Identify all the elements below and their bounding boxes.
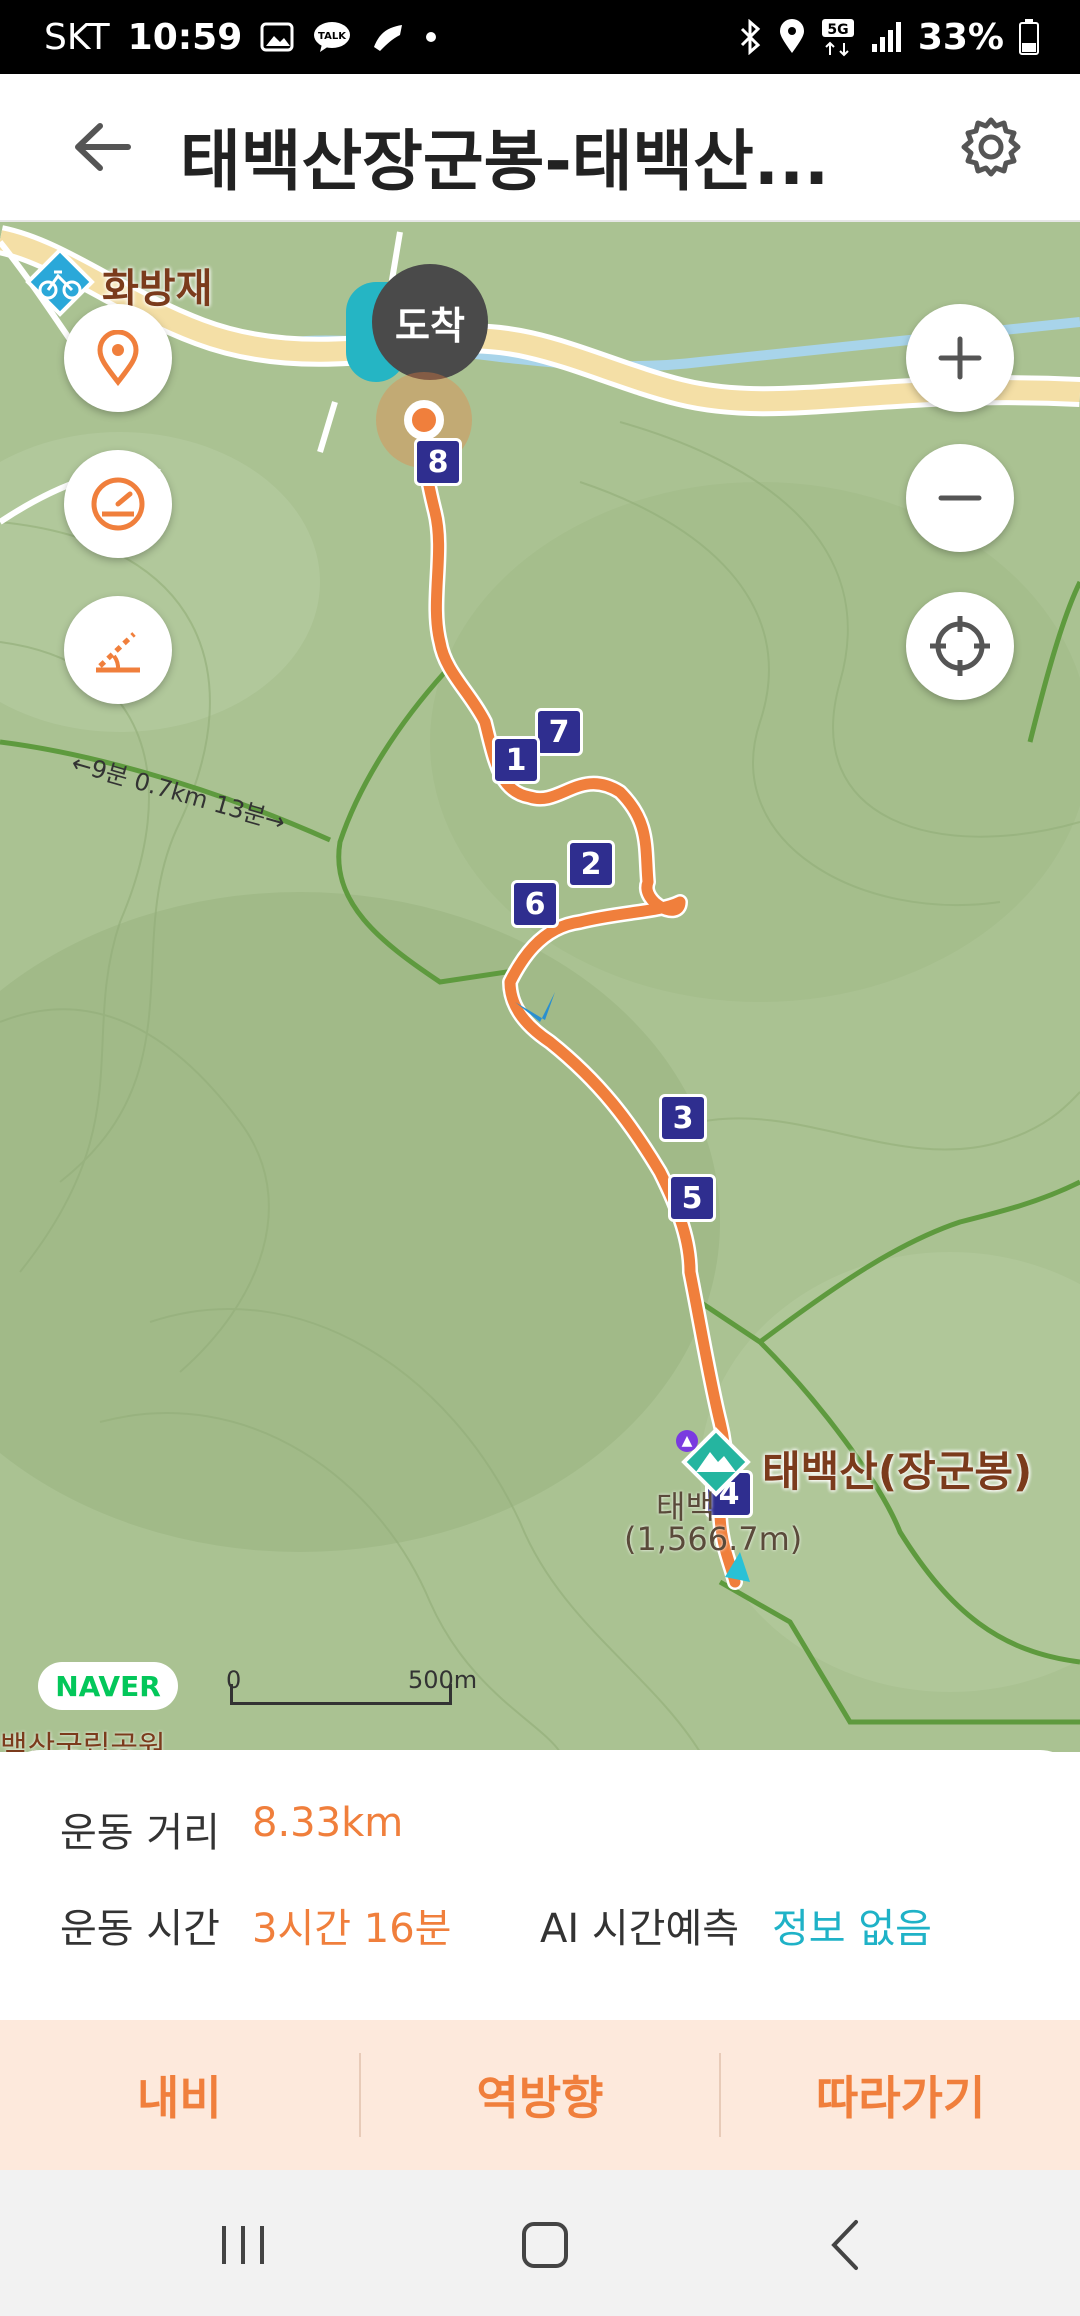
arrival-label: 도착: [395, 303, 465, 348]
signal-icon: [871, 22, 901, 52]
recenter-button[interactable]: [906, 592, 1014, 700]
battery-icon: [1019, 19, 1039, 55]
status-right: 5G 33%: [738, 0, 1040, 74]
marker-label: 5: [681, 1180, 703, 1216]
my-location-button[interactable]: [64, 304, 172, 412]
bicycle-marker-icon: [25, 247, 95, 317]
dot-icon: [426, 32, 437, 42]
scale-end-label: 500m: [408, 1666, 478, 1694]
page-title: 태백산장군봉-태백산...: [180, 123, 830, 200]
top-bar: 태백산장군봉-태백산...: [0, 74, 1080, 222]
ai-prediction-value: 정보 없음: [772, 1906, 932, 1952]
arrow-left-icon: [75, 123, 131, 171]
clock-label: 10:59: [127, 16, 243, 58]
peak-triangle-icon: ▲: [676, 1430, 698, 1452]
zoom-out-button[interactable]: [906, 444, 1014, 552]
marker-label: 2: [580, 846, 602, 882]
home-icon: [522, 2222, 568, 2268]
status-left: SKT 10:59 TALK: [44, 0, 438, 74]
speedometer-button[interactable]: [64, 450, 172, 558]
navi-button[interactable]: 내비: [0, 2020, 359, 2170]
svg-text:5G: 5G: [827, 22, 848, 38]
battery-label: 33%: [917, 16, 1004, 58]
plus-icon: [938, 336, 982, 380]
5g-icon: 5G: [821, 19, 854, 57]
route-marker-6[interactable]: 6: [511, 880, 559, 928]
zoom-in-button[interactable]: [906, 304, 1014, 412]
settings-button[interactable]: [956, 112, 1026, 182]
follow-button[interactable]: 따라가기: [721, 2020, 1080, 2170]
route-marker-5[interactable]: 5: [668, 1174, 716, 1222]
action-bar: 내비 역방향 따라가기: [0, 2020, 1080, 2170]
park-label: 백산국립공원: [0, 1730, 166, 1752]
stats-panel: 운동 거리 8.33km 운동 시간 3시간 16분 AI 시간예측 정보 없음: [0, 1750, 1080, 2020]
bluetooth-icon: [740, 19, 761, 55]
route-marker-2[interactable]: 2: [567, 840, 615, 888]
chevron-left-icon: [831, 2220, 858, 2270]
talk-icon: TALK: [314, 22, 351, 52]
home-button[interactable]: [510, 2210, 580, 2280]
marker-label: 1: [505, 742, 527, 778]
back-button[interactable]: [68, 112, 138, 182]
back-nav-button[interactable]: [812, 2210, 882, 2280]
minus-icon: [938, 495, 982, 501]
scale-start-label: 0: [226, 1666, 242, 1694]
status-bar: SKT 10:59 TALK 5G 33%: [0, 0, 1080, 74]
marker-label: 3: [672, 1100, 694, 1136]
time-value: 3시간 16분: [252, 1906, 452, 1952]
system-nav-bar: [0, 2170, 1080, 2316]
carrier-label: SKT: [44, 16, 110, 58]
map-canvas: ←9분 0.7km 13분→: [0, 222, 1080, 1752]
svg-text:TALK: TALK: [318, 31, 347, 42]
recent-apps-icon: [222, 2226, 264, 2264]
route-marker-7[interactable]: 7: [535, 708, 583, 756]
recent-apps-button[interactable]: [208, 2210, 278, 2280]
slope-button[interactable]: [64, 596, 172, 704]
marker-label: 7: [548, 714, 570, 750]
peak-label: 태백산(장군봉): [762, 1447, 1033, 1496]
gallery-icon: [260, 22, 294, 52]
marker-label: 6: [524, 886, 546, 922]
map-pin-icon: [97, 330, 139, 386]
map-view[interactable]: ←9분 0.7km 13분→ 화방재 도착 8 7 1 2 6 3 5 4 ▲ …: [0, 222, 1080, 1752]
route-marker-8[interactable]: 8: [414, 438, 462, 486]
gear-icon: [961, 117, 1021, 177]
shoe-icon: [374, 25, 403, 51]
distance-label: 운동 거리: [60, 1810, 220, 1856]
time-label: 운동 시간: [60, 1906, 220, 1952]
reverse-button[interactable]: 역방향: [361, 2020, 720, 2170]
ai-prediction-label: AI 시간예측: [540, 1906, 740, 1952]
slope-icon: [96, 632, 140, 673]
peak-elevation-label: (1,566.7m): [624, 1520, 803, 1558]
marker-label: 8: [427, 444, 449, 480]
crosshair-icon: [930, 616, 990, 676]
arrival-bubble: 도착: [372, 264, 488, 380]
hwabangjae-pin[interactable]: [24, 246, 96, 318]
route-marker-1[interactable]: 1: [492, 736, 540, 784]
route-marker-3[interactable]: 3: [659, 1094, 707, 1142]
speedometer-icon: [91, 477, 145, 531]
distance-value: 8.33km: [252, 1800, 404, 1846]
location-icon: [779, 19, 804, 53]
naver-logo: NAVER: [38, 1662, 178, 1710]
naver-logo-text: NAVER: [55, 1669, 161, 1703]
